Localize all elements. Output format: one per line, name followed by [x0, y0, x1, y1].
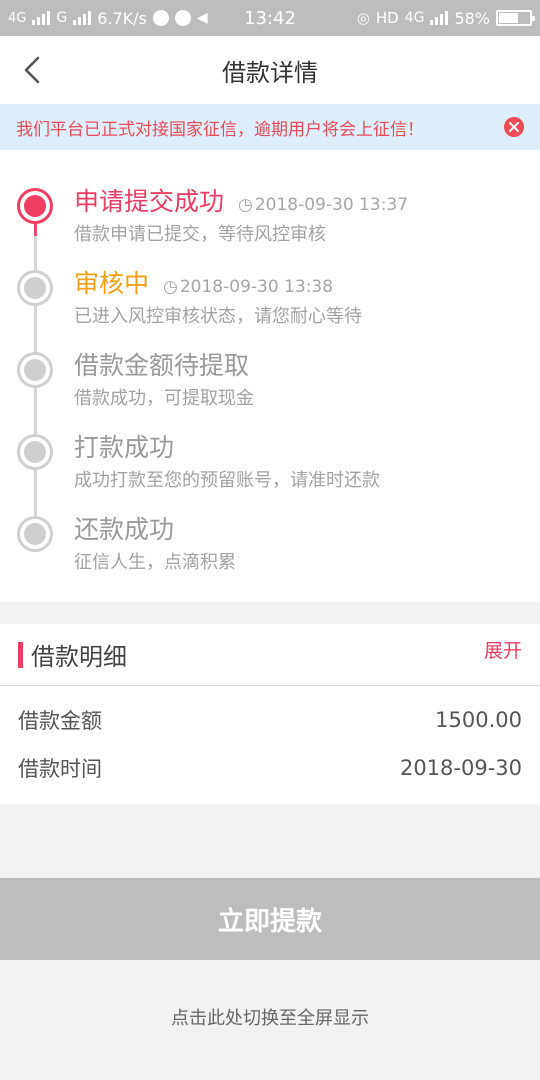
step-time: ◷ 2018-09-30 13:37: [238, 195, 409, 215]
step-description: 征信人生，点滴积累: [74, 552, 236, 573]
signal-icon-2: [73, 11, 92, 25]
close-notice-button[interactable]: [504, 117, 524, 137]
message-icon: [152, 10, 169, 26]
credit-notice-banner: 我们平台已正式对接国家征信，逾期用户将会上征信！: [0, 104, 540, 150]
step-reviewing: 审核中 ◷ 2018-09-30 13:38 已进入风控审核状态，请您耐心等待: [0, 258, 540, 340]
back-button[interactable]: [14, 52, 50, 88]
network-type-2: G: [56, 10, 68, 26]
notice-text: 我们平台已正式对接国家征信，逾期用户将会上征信！: [16, 119, 424, 140]
network-speed: 6.7K/s: [97, 8, 147, 28]
detail-label: 借款时间: [18, 757, 102, 781]
step-title: 还款成功: [74, 515, 175, 544]
mute-notification-icon: ◎: [356, 9, 370, 27]
status-bar: 4G G 6.7K/s ◀ 13:42 ◎ HD 4G 58%: [0, 0, 540, 36]
progress-timeline: 申请提交成功 ◷ 2018-09-30 13:37 借款申请已提交，等待风控审核 …: [0, 150, 540, 602]
loan-detail-card: 借款明细 展开 借款金额 1500.00 借款时间 2018-09-30: [0, 624, 540, 804]
step-time: ◷ 2018-09-30 13:38: [163, 277, 334, 297]
step-title: 打款成功: [74, 433, 175, 462]
battery-icon: [496, 10, 535, 26]
status-right: ◎ HD 4G 58%: [356, 8, 535, 28]
step-submitted: 申请提交成功 ◷ 2018-09-30 13:37 借款申请已提交，等待风控审核: [0, 176, 540, 258]
step-title: 审核中: [74, 269, 150, 298]
clock-icon: ◷: [163, 277, 178, 297]
hd-label: HD: [375, 9, 399, 27]
withdraw-button[interactable]: 立即提款: [0, 878, 540, 960]
signal-icon-3: [430, 11, 449, 25]
detail-row-date: 借款时间 2018-09-30: [0, 744, 540, 792]
signal-icon: [32, 11, 51, 25]
status-left: 4G G 6.7K/s ◀: [8, 9, 208, 28]
battery-percent: 58%: [454, 8, 490, 28]
step-description: 借款成功，可提取现金: [74, 388, 254, 409]
step-description: 成功打款至您的预留账号，请准时还款: [74, 470, 380, 491]
fullscreen-toggle-link[interactable]: 点击此处切换至全屏显示: [0, 1004, 540, 1030]
close-icon: [509, 122, 519, 132]
section-title: 借款明细: [31, 643, 127, 671]
chevron-left-icon: [24, 56, 40, 84]
step-active-dot-icon: [17, 188, 53, 224]
step-description: 借款申请已提交，等待风控审核: [74, 224, 326, 245]
check-icon: [174, 10, 191, 26]
page-title: 借款详情: [222, 58, 318, 87]
section-accent-bar: [18, 641, 23, 668]
detail-label: 借款金额: [18, 709, 102, 733]
step-dot-icon: [17, 516, 53, 552]
network-type-3: 4G: [404, 10, 425, 26]
step-dot-icon: [17, 270, 53, 306]
detail-row-amount: 借款金额 1500.00: [0, 696, 540, 744]
network-type-1: 4G: [8, 10, 27, 26]
step-dot-icon: [17, 352, 53, 388]
step-title: 申请提交成功: [74, 187, 225, 216]
step-dot-icon: [17, 434, 53, 470]
detail-value: 1500.00: [435, 708, 522, 732]
top-bar: 借款详情: [0, 36, 540, 104]
loan-detail-header: 借款明细 展开: [0, 624, 540, 686]
detail-value: 2018-09-30: [399, 756, 522, 780]
step-repaid: 还款成功 征信人生，点滴积累: [0, 504, 540, 586]
expand-button[interactable]: 展开: [484, 636, 522, 663]
step-description: 已进入风控审核状态，请您耐心等待: [74, 306, 362, 327]
step-paid-out: 打款成功 成功打款至您的预留账号，请准时还款: [0, 422, 540, 504]
step-title: 借款金额待提取: [74, 351, 250, 380]
step-awaiting-withdrawal: 借款金额待提取 借款成功，可提取现金: [0, 340, 540, 422]
clock-icon: ◷: [238, 195, 253, 215]
volume-icon: ◀: [196, 10, 208, 26]
